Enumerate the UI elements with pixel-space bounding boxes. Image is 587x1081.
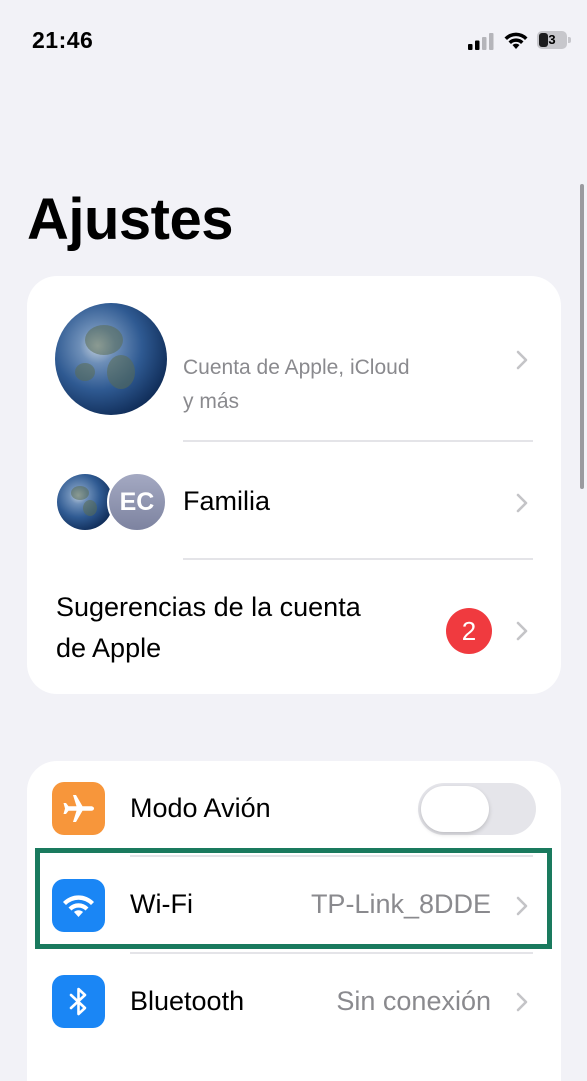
cellular-signal-icon <box>468 33 494 50</box>
profile-avatar <box>55 303 167 415</box>
bluetooth-row[interactable]: Bluetooth Sin conexión <box>27 954 561 1049</box>
account-section: Cuenta de Apple, iCloud y más EC Familia… <box>27 276 561 694</box>
airplane-mode-row[interactable]: Modo Avión <box>27 761 561 856</box>
airplane-icon <box>52 782 105 835</box>
notification-badge: 2 <box>446 608 492 654</box>
family-member-avatar-initials: EC <box>107 472 167 532</box>
chevron-right-icon <box>516 621 528 641</box>
bluetooth-status: Sin conexión <box>336 986 491 1016</box>
wifi-highlight-box <box>35 848 552 949</box>
wifi-status-icon <box>504 32 528 49</box>
chevron-right-icon <box>516 493 528 513</box>
status-bar: 21:46 3 <box>0 0 587 80</box>
account-subtitle: Cuenta de Apple, iCloud y más <box>183 356 410 413</box>
chevron-right-icon <box>516 350 528 370</box>
account-suggestions-row[interactable]: Sugerencias de la cuenta de Apple 2 <box>27 560 561 694</box>
family-row[interactable]: EC Familia <box>27 442 561 558</box>
apple-account-row[interactable]: Cuenta de Apple, iCloud y más <box>27 276 561 441</box>
bluetooth-label: Bluetooth <box>130 986 245 1016</box>
page-title: Ajustes <box>27 187 234 252</box>
scrollbar[interactable] <box>580 184 584 489</box>
airplane-mode-label: Modo Avión <box>130 793 271 823</box>
toggle-knob <box>421 786 489 832</box>
chevron-right-icon <box>516 992 528 1012</box>
battery-icon: 3 <box>537 31 571 51</box>
airplane-mode-toggle[interactable] <box>418 783 536 835</box>
bluetooth-icon <box>52 975 105 1028</box>
account-suggestions-label: Sugerencias de la cuenta de Apple <box>56 592 361 663</box>
family-label: Familia <box>183 486 271 516</box>
status-time: 21:46 <box>32 27 94 53</box>
family-member-avatar <box>57 474 113 530</box>
battery-level-text: 3 <box>548 32 556 47</box>
